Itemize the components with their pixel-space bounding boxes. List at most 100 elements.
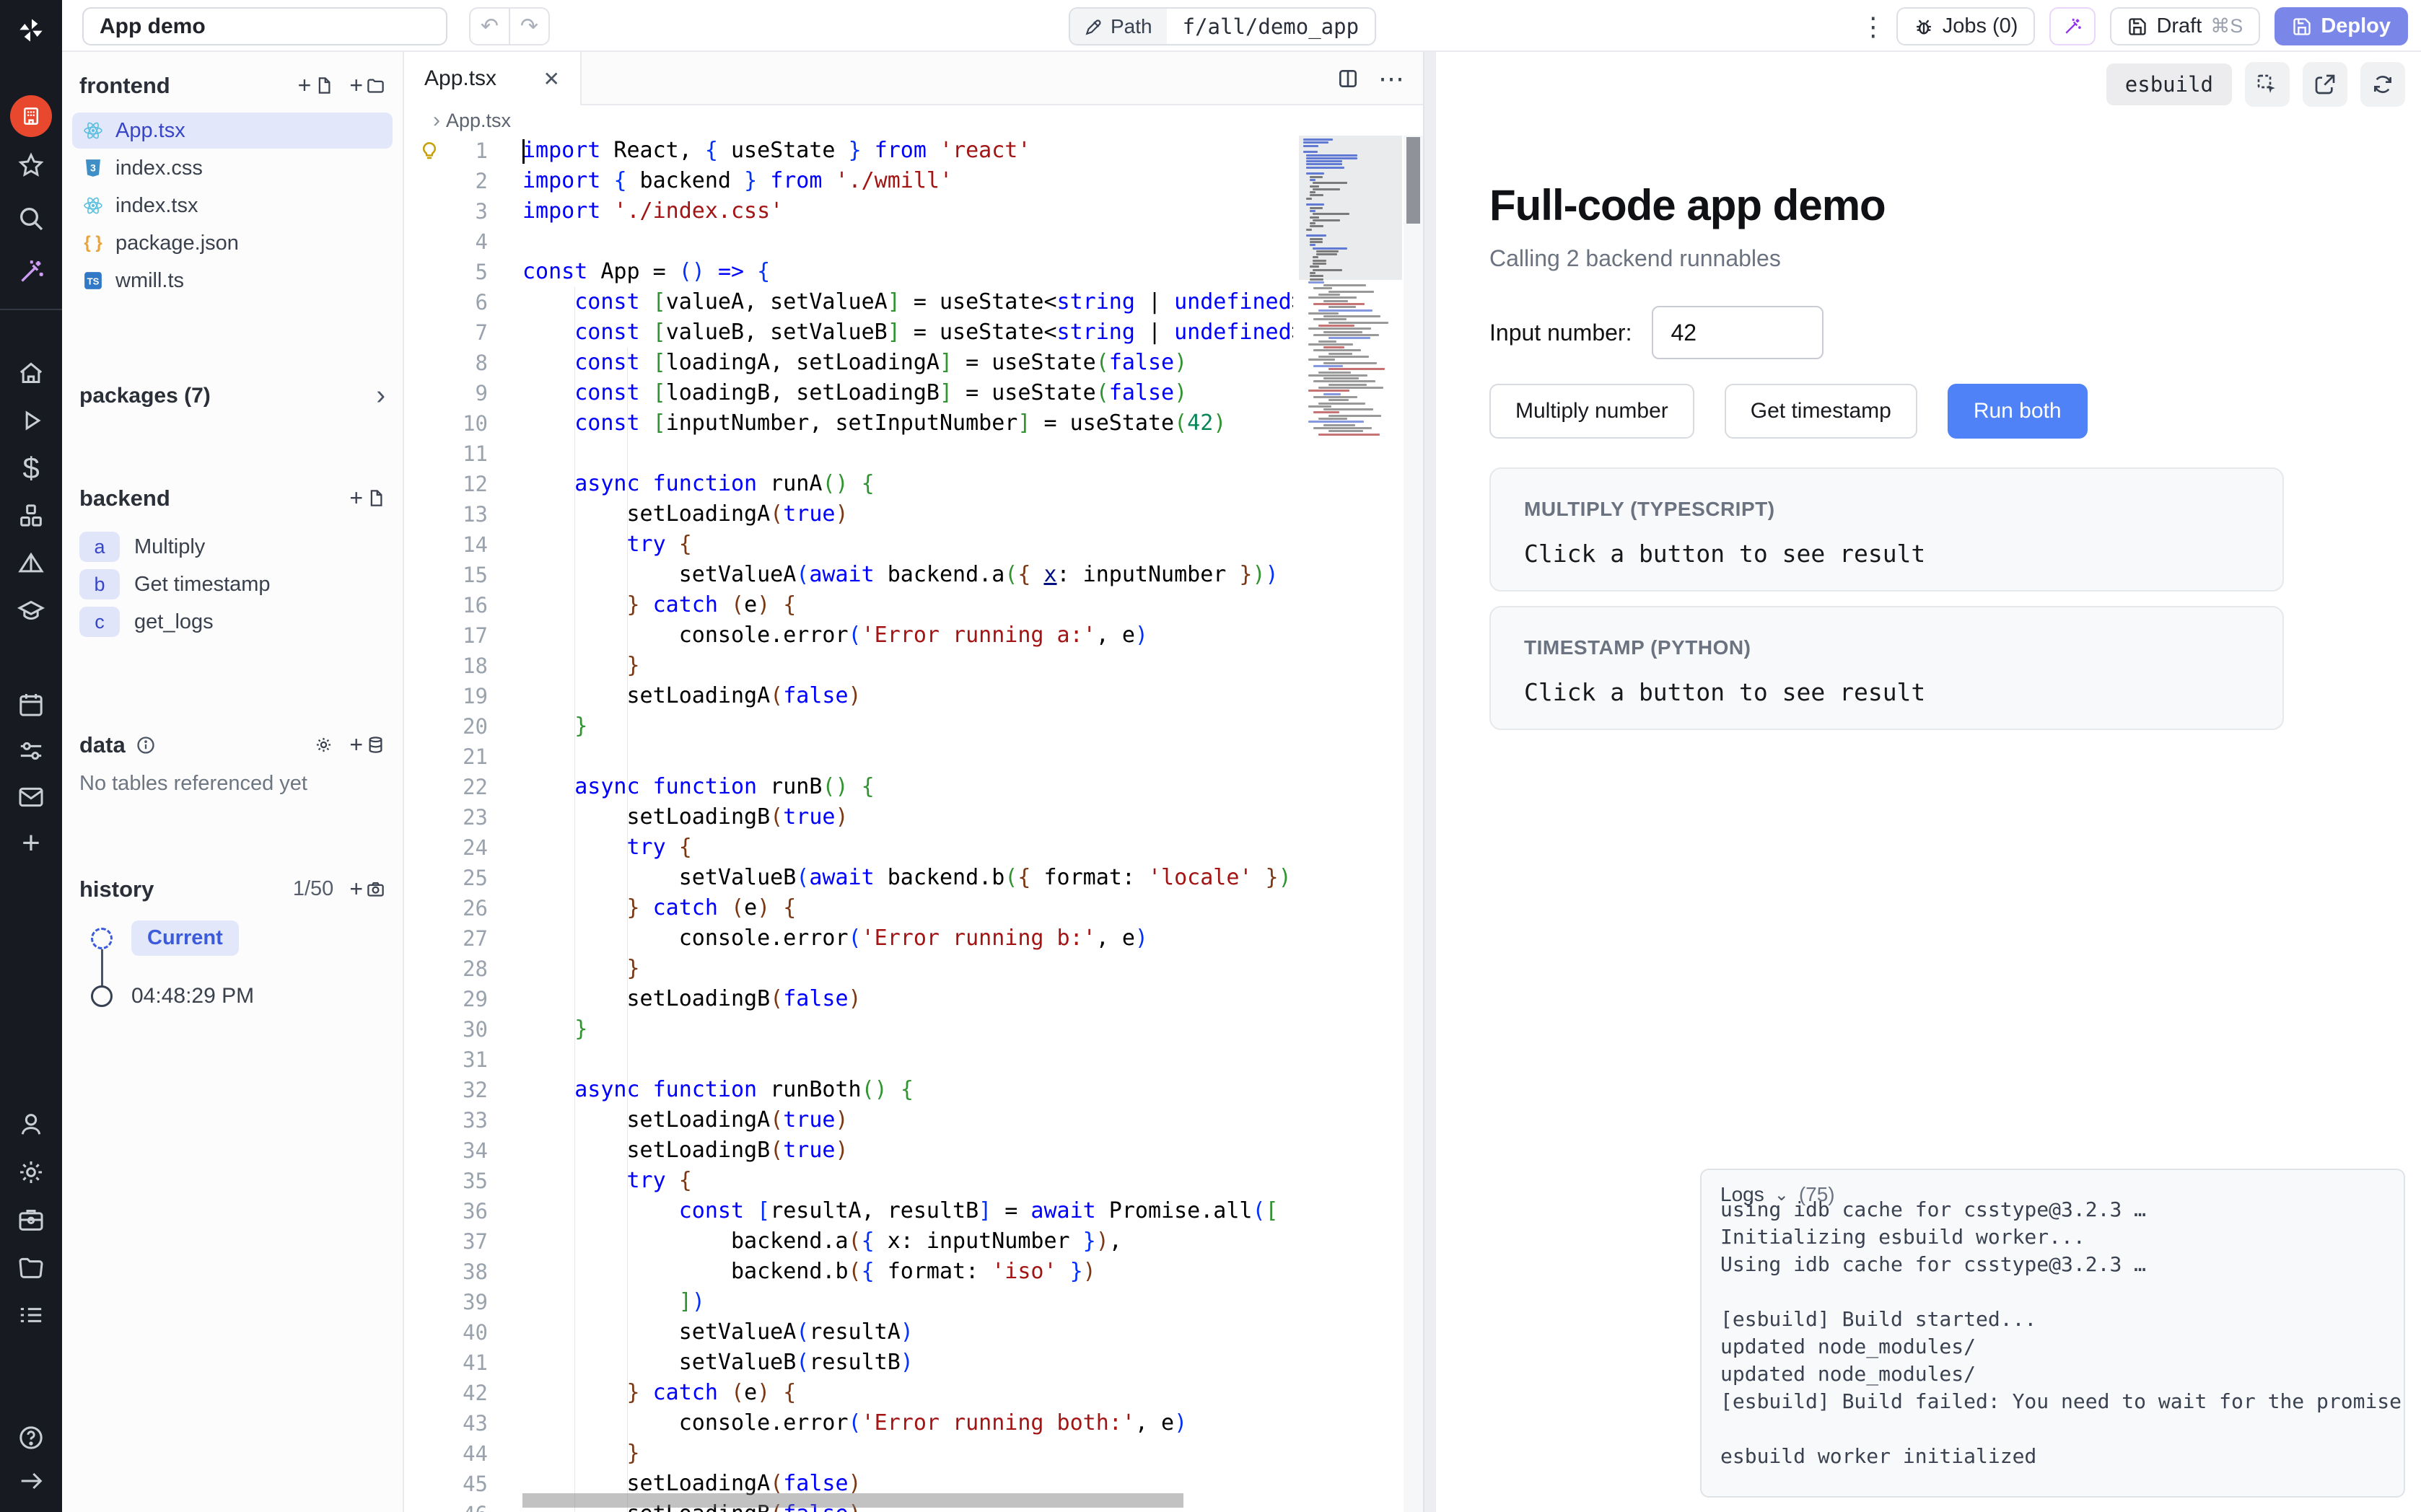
audit-logs-list-icon[interactable] (0, 1296, 62, 1335)
add-runnable-button[interactable]: + (349, 485, 385, 511)
code-area[interactable]: 1import React, { useState } from 'react'… (404, 136, 1423, 1512)
add-snapshot-button[interactable]: + (349, 876, 385, 902)
redo-button[interactable]: ↷ (510, 9, 548, 44)
code-line-6[interactable]: 6 const [valueA, setValueA] = useState<s… (404, 287, 1423, 317)
code-line-42[interactable]: 42 } catch (e) { (404, 1378, 1423, 1408)
ai-wand-icon[interactable] (0, 252, 62, 291)
search-icon[interactable] (0, 199, 62, 238)
home-icon[interactable] (0, 353, 62, 392)
code-line-19[interactable]: 19 setLoadingA(false) (404, 681, 1423, 711)
runnable-multiply[interactable]: aMultiply (62, 528, 403, 566)
favorites-star-icon[interactable] (0, 146, 62, 185)
code-line-36[interactable]: 36 const [resultA, resultB] = await Prom… (404, 1196, 1423, 1226)
code-line-8[interactable]: 8 const [loadingA, setLoadingA] = useSta… (404, 348, 1423, 378)
help-icon[interactable] (0, 1418, 62, 1457)
breadcrumb[interactable]: › App.tsx (404, 105, 1423, 136)
code-line-15[interactable]: 15 setValueA(await backend.a({ x: inputN… (404, 560, 1423, 590)
code-line-41[interactable]: 41 setValueB(resultB) (404, 1348, 1423, 1378)
code-line-25[interactable]: 25 setValueB(await backend.b({ format: '… (404, 863, 1423, 893)
workspace-icon[interactable] (0, 92, 62, 140)
code-line-16[interactable]: 16 } catch (e) { (404, 590, 1423, 620)
code-line-30[interactable]: 30 } (404, 1014, 1423, 1045)
code-line-5[interactable]: 5const App = () => { (404, 257, 1423, 287)
add-table-button[interactable]: + (349, 731, 385, 758)
code-line-28[interactable]: 28 } (404, 954, 1423, 984)
file-item-package-json[interactable]: { }package.json (72, 225, 393, 261)
code-line-37[interactable]: 37 backend.a({ x: inputNumber }), (404, 1226, 1423, 1257)
learn-cap-icon[interactable] (0, 592, 62, 630)
schedules-calendar-icon[interactable] (0, 685, 62, 724)
workers-toolbox-icon[interactable] (0, 1200, 62, 1239)
runs-play-icon[interactable] (0, 401, 62, 440)
input-number-field[interactable]: 42 (1652, 306, 1824, 359)
code-line-27[interactable]: 27 console.error('Error running b:', e) (404, 923, 1423, 954)
add-folder-button[interactable]: + (349, 72, 385, 99)
tab-app-tsx[interactable]: App.tsx✕ (404, 52, 582, 105)
code-line-17[interactable]: 17 console.error('Error running a:', e) (404, 620, 1423, 651)
resources-blocks-icon[interactable] (0, 496, 62, 535)
get-timestamp-button[interactable]: Get timestamp (1725, 384, 1917, 439)
file-item-index-css[interactable]: 3index.css (72, 150, 393, 186)
code-line-18[interactable]: 18 } (404, 651, 1423, 681)
code-line-38[interactable]: 38 backend.b({ format: 'iso' }) (404, 1257, 1423, 1287)
code-line-31[interactable]: 31 (404, 1045, 1423, 1075)
create-plus-icon[interactable]: + (0, 824, 62, 863)
close-tab-icon[interactable]: ✕ (543, 67, 560, 91)
history-current-item[interactable]: Current (91, 920, 239, 956)
code-line-32[interactable]: 32 async function runBoth() { (404, 1075, 1423, 1105)
code-line-44[interactable]: 44 } (404, 1438, 1423, 1469)
code-line-13[interactable]: 13 setLoadingA(true) (404, 499, 1423, 529)
code-line-10[interactable]: 10 const [inputNumber, setInputNumber] =… (404, 408, 1423, 439)
undo-button[interactable]: ↶ (470, 9, 510, 44)
code-line-39[interactable]: 39 ]) (404, 1287, 1423, 1317)
variables-dollar-icon[interactable]: $ (0, 449, 62, 488)
windmill-logo-icon[interactable] (0, 10, 62, 50)
settings-gear-icon[interactable] (0, 1153, 62, 1192)
code-line-22[interactable]: 22 async function runB() { (404, 772, 1423, 802)
file-item-app-tsx[interactable]: App.tsx (72, 113, 393, 149)
code-line-12[interactable]: 12 async function runA() { (404, 469, 1423, 499)
runnable-get-timestamp[interactable]: bGet timestamp (62, 566, 403, 603)
code-line-34[interactable]: 34 setLoadingB(true) (404, 1135, 1423, 1166)
draft-button[interactable]: Draft ⌘S (2110, 7, 2260, 45)
code-line-23[interactable]: 23 setLoadingB(true) (404, 802, 1423, 832)
triggers-prism-icon[interactable] (0, 544, 62, 583)
more-menu-kebab-icon[interactable]: ⋮ (1860, 12, 1882, 42)
code-line-20[interactable]: 20 } (404, 711, 1423, 742)
code-line-40[interactable]: 40 setValueA(resultA) (404, 1317, 1423, 1348)
minimap[interactable] (1299, 136, 1402, 467)
code-line-43[interactable]: 43 console.error('Error running both:', … (404, 1408, 1423, 1438)
code-line-1[interactable]: 1import React, { useState } from 'react' (404, 136, 1423, 166)
multiply-number-button[interactable]: Multiply number (1489, 384, 1694, 439)
code-line-4[interactable]: 4 (404, 227, 1423, 257)
editor-more-icon[interactable]: ⋯ (1378, 63, 1406, 94)
code-line-35[interactable]: 35 try { (404, 1166, 1423, 1196)
vertical-scrollbar[interactable] (1404, 136, 1423, 1512)
folders-icon[interactable] (0, 1248, 62, 1287)
code-line-11[interactable]: 11 (404, 439, 1423, 469)
horizontal-scrollbar[interactable] (522, 1493, 1183, 1508)
chevron-down-icon[interactable]: ⌄ (1774, 1184, 1789, 1205)
data-settings-button[interactable] (314, 735, 333, 755)
code-line-14[interactable]: 14 try { (404, 529, 1423, 560)
inspect-select-button[interactable] (2245, 62, 2290, 107)
deploy-button[interactable]: Deploy (2275, 7, 2408, 45)
account-user-icon[interactable] (0, 1105, 62, 1144)
expand-arrow-icon[interactable] (0, 1462, 62, 1500)
runnable-get-logs[interactable]: cget_logs (62, 603, 403, 641)
code-line-3[interactable]: 3import './index.css' (404, 196, 1423, 227)
add-file-button[interactable]: + (298, 72, 334, 99)
code-line-2[interactable]: 2import { backend } from './wmill' (404, 166, 1423, 196)
code-line-7[interactable]: 7 const [valueB, setValueB] = useState<s… (404, 317, 1423, 348)
file-item-wmill-ts[interactable]: TSwmill.ts (72, 263, 393, 299)
code-line-26[interactable]: 26 } catch (e) { (404, 893, 1423, 923)
mail-icon[interactable] (0, 778, 62, 817)
ai-wand-button[interactable] (2049, 7, 2096, 45)
code-line-33[interactable]: 33 setLoadingA(true) (404, 1105, 1423, 1135)
panel-resize-divider[interactable] (1423, 52, 1436, 1512)
code-line-24[interactable]: 24 try { (404, 832, 1423, 863)
code-line-29[interactable]: 29 setLoadingB(false) (404, 984, 1423, 1014)
open-external-button[interactable] (2303, 62, 2347, 107)
jobs-button[interactable]: Jobs (0) (1896, 7, 2036, 45)
routes-icon[interactable] (0, 731, 62, 770)
